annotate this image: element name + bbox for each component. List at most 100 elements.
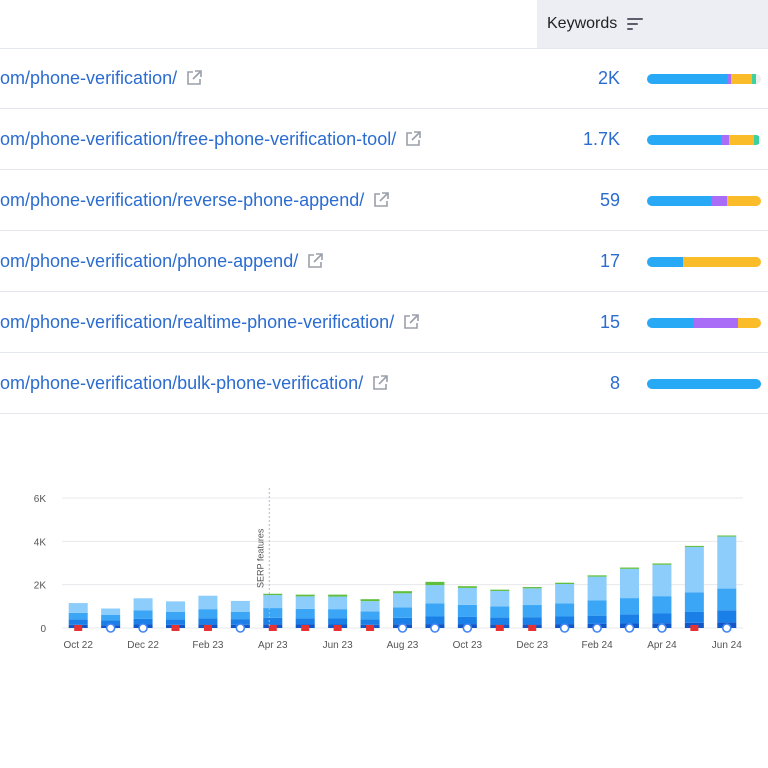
bar-segment [490, 590, 510, 607]
bar-segment [522, 617, 542, 625]
x-tick-label: Feb 24 [582, 640, 614, 651]
google-icon [235, 623, 246, 633]
bar-segment [587, 600, 607, 616]
distribution-segment [726, 196, 761, 206]
page-url-link[interactable]: om/phone-verification/reverse-phone-appe… [0, 170, 390, 230]
bar-segment [717, 610, 737, 623]
external-link-icon[interactable] [372, 191, 390, 209]
y-tick-label: 4K [34, 537, 47, 548]
keywords-count[interactable]: 1.7K [583, 109, 620, 169]
bar-segment [295, 594, 315, 597]
distribution-segment [647, 74, 727, 84]
bar-segment [295, 596, 315, 609]
bar-segment [457, 587, 477, 605]
page-url-link[interactable]: om/phone-verification/bulk-phone-verific… [0, 353, 389, 413]
keywords-count[interactable]: 17 [600, 231, 620, 291]
page-url-link[interactable]: om/phone-verification/ [0, 48, 203, 108]
flag-icon [528, 625, 537, 631]
google-icon [721, 623, 732, 633]
x-tick-label: Oct 23 [453, 640, 483, 651]
page-url-text: om/phone-verification/ [0, 67, 178, 88]
keywords-count[interactable]: 15 [600, 292, 620, 352]
bar-segment [101, 615, 121, 621]
bar-segment [425, 581, 445, 586]
bar-segment [360, 601, 380, 612]
keywords-header-label: Keywords [547, 15, 618, 32]
bar-segment [360, 619, 380, 625]
bar-segment [166, 601, 185, 612]
distribution-segment [721, 135, 730, 145]
distribution-segment [710, 196, 727, 206]
flag-icon [690, 625, 699, 631]
distribution-segment [647, 257, 684, 267]
x-tick-label: Feb 23 [192, 640, 224, 651]
flag-icon [366, 625, 375, 631]
bar-segment [684, 611, 704, 623]
flag-icon [495, 625, 504, 631]
external-link-icon[interactable] [402, 313, 420, 331]
keywords-column-header[interactable]: Keywords [537, 0, 768, 48]
external-link-icon[interactable] [306, 252, 324, 270]
sort-icon[interactable] [627, 17, 644, 31]
bar-segment [295, 618, 315, 625]
bar-segment [328, 618, 348, 625]
distribution-segment [647, 196, 711, 206]
y-tick-label: 0 [40, 624, 46, 635]
bar-segment [620, 598, 639, 615]
distribution-segment [647, 318, 693, 328]
flag-icon [203, 625, 212, 631]
table-row: om/phone-verification/reverse-phone-appe… [0, 170, 768, 231]
page-url-text: om/phone-verification/realtime-phone-ver… [0, 311, 395, 332]
distribution-segment [754, 135, 759, 145]
bar-segment [652, 613, 672, 624]
bar-segment [295, 608, 315, 619]
y-tick-label: 6K [34, 494, 47, 505]
bar-segment [328, 596, 348, 610]
y-tick-label: 2K [34, 581, 47, 592]
page-url-link[interactable]: om/phone-verification/realtime-phone-ver… [0, 292, 420, 352]
page-url-link[interactable]: om/phone-verification/free-phone-verific… [0, 109, 422, 169]
page-url-text: om/phone-verification/phone-append/ [0, 250, 299, 271]
keyword-distribution-bar [647, 196, 761, 206]
bar-segment [68, 612, 88, 620]
external-link-icon[interactable] [185, 69, 203, 87]
keywords-count[interactable]: 8 [610, 353, 620, 413]
bar-segment [457, 604, 477, 617]
x-tick-label: Aug 23 [387, 640, 419, 651]
x-tick-label: Apr 23 [258, 640, 288, 651]
table-header: Keywords [0, 0, 768, 49]
bar-segment [620, 614, 639, 624]
page-url-link[interactable]: om/phone-verification/phone-append/ [0, 231, 324, 291]
bar-segment [68, 619, 88, 625]
keywords-count[interactable]: 2K [598, 48, 620, 108]
bar-segment [263, 608, 283, 618]
distribution-segment [647, 379, 761, 389]
google-icon [559, 623, 570, 633]
serp-annotation-label: SERP features [255, 528, 265, 588]
google-icon [624, 623, 635, 633]
bar-segment [490, 606, 510, 618]
bar-segment [684, 545, 704, 547]
google-icon [657, 623, 667, 633]
bar-segment [263, 595, 283, 609]
google-icon [430, 623, 440, 633]
bar-segment [166, 611, 185, 620]
bar-segment [68, 603, 88, 613]
external-link-icon[interactable] [404, 130, 422, 148]
bar-segment [684, 546, 704, 593]
distribution-segment [738, 318, 761, 328]
bar-segment [198, 609, 218, 619]
bar-segment [717, 536, 737, 589]
google-icon [462, 623, 473, 633]
google-icon [397, 623, 408, 633]
bar-segment [555, 582, 575, 585]
bar-segment [652, 563, 672, 565]
bar-segment [555, 616, 575, 625]
bar-segment [230, 611, 250, 620]
external-link-icon[interactable] [371, 374, 389, 392]
keywords-count[interactable]: 59 [600, 170, 620, 230]
distribution-segment [731, 74, 752, 84]
bar-segment [587, 575, 607, 577]
page-url-text: om/phone-verification/free-phone-verific… [0, 128, 397, 149]
google-icon [105, 623, 116, 633]
